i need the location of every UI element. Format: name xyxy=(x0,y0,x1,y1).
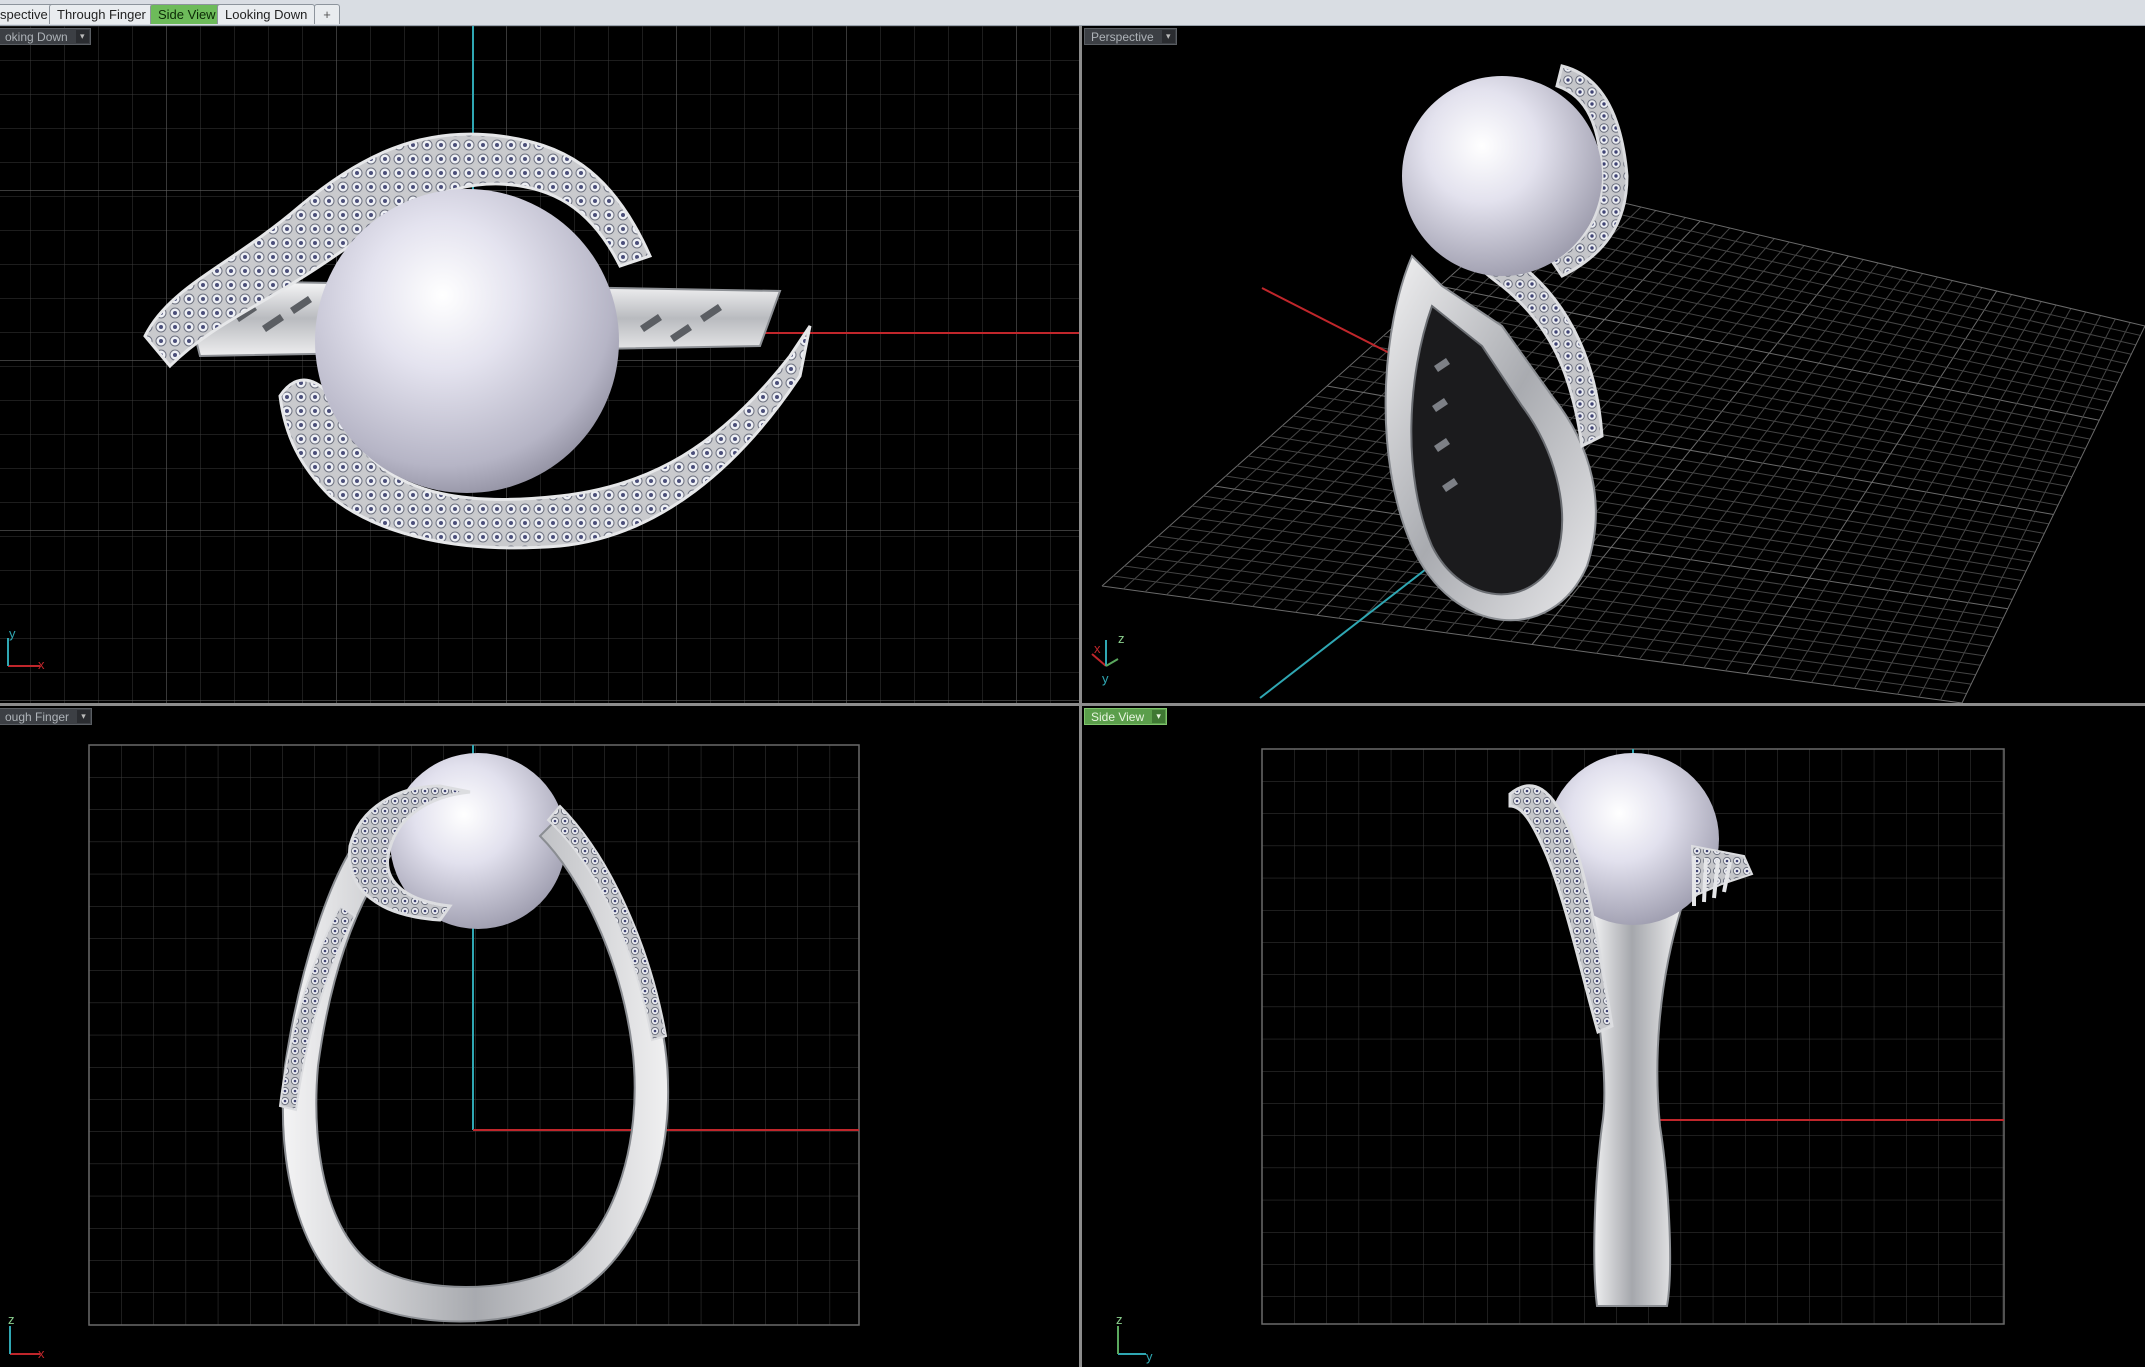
viewport-title-side-view[interactable]: Side View ▾ xyxy=(1084,708,1168,725)
axis-label-z: z xyxy=(8,1312,15,1327)
viewport-divider-vertical[interactable] xyxy=(1079,26,1082,1367)
viewport-through-finger-canvas: z x xyxy=(0,706,1079,1367)
viewport-title-text: oking Down xyxy=(5,30,68,44)
tab-through-finger[interactable]: Through Finger xyxy=(49,4,154,24)
viewport-looking-down[interactable]: y x oking Down ▾ xyxy=(0,26,1079,703)
chevron-down-icon[interactable]: ▾ xyxy=(1152,710,1166,723)
tab-perspective[interactable]: spective xyxy=(0,4,56,24)
axis-label-z: z xyxy=(1116,1312,1123,1327)
axis-label-x: x xyxy=(38,657,45,672)
viewport-title-perspective[interactable]: Perspective ▾ xyxy=(1084,28,1177,45)
add-view-tab-button[interactable]: + xyxy=(314,4,340,24)
viewport-title-looking-down[interactable]: oking Down ▾ xyxy=(0,28,91,45)
viewport-divider-horizontal[interactable] xyxy=(0,703,2145,706)
chevron-down-icon[interactable]: ▾ xyxy=(75,30,89,43)
chevron-down-icon[interactable]: ▾ xyxy=(1161,30,1175,43)
pearl xyxy=(1402,76,1602,276)
tab-looking-down[interactable]: Looking Down xyxy=(217,4,316,24)
viewport-title-text: Side View xyxy=(1091,710,1145,724)
axis-label-y: y xyxy=(9,626,16,641)
viewport-through-finger[interactable]: z x ough Finger ▾ xyxy=(0,706,1079,1367)
axis-label-y: y xyxy=(1102,671,1109,686)
viewport-title-text: ough Finger xyxy=(5,710,70,724)
axis-label-x: x xyxy=(1094,641,1101,656)
viewport-perspective[interactable]: z x y Perspective ▾ xyxy=(1082,26,2145,703)
viewport-looking-down-canvas: y x xyxy=(0,26,1079,703)
axis-label-z: z xyxy=(1118,631,1125,646)
pearl xyxy=(315,189,619,493)
axis-label-x: x xyxy=(38,1346,45,1361)
viewport-side-view-canvas: z y xyxy=(1082,706,2145,1367)
tab-side-view[interactable]: Side View xyxy=(150,4,224,24)
view-tab-bar: spective Through Finger Side View Lookin… xyxy=(0,0,2145,26)
chevron-down-icon[interactable]: ▾ xyxy=(77,710,91,723)
viewport-title-through-finger[interactable]: ough Finger ▾ xyxy=(0,708,93,725)
viewport-title-text: Perspective xyxy=(1091,30,1154,44)
axis-label-y: y xyxy=(1146,1349,1153,1364)
viewport-perspective-canvas: z x y xyxy=(1082,26,2145,703)
viewport-side-view[interactable]: z y Side View ▾ xyxy=(1082,706,2145,1367)
